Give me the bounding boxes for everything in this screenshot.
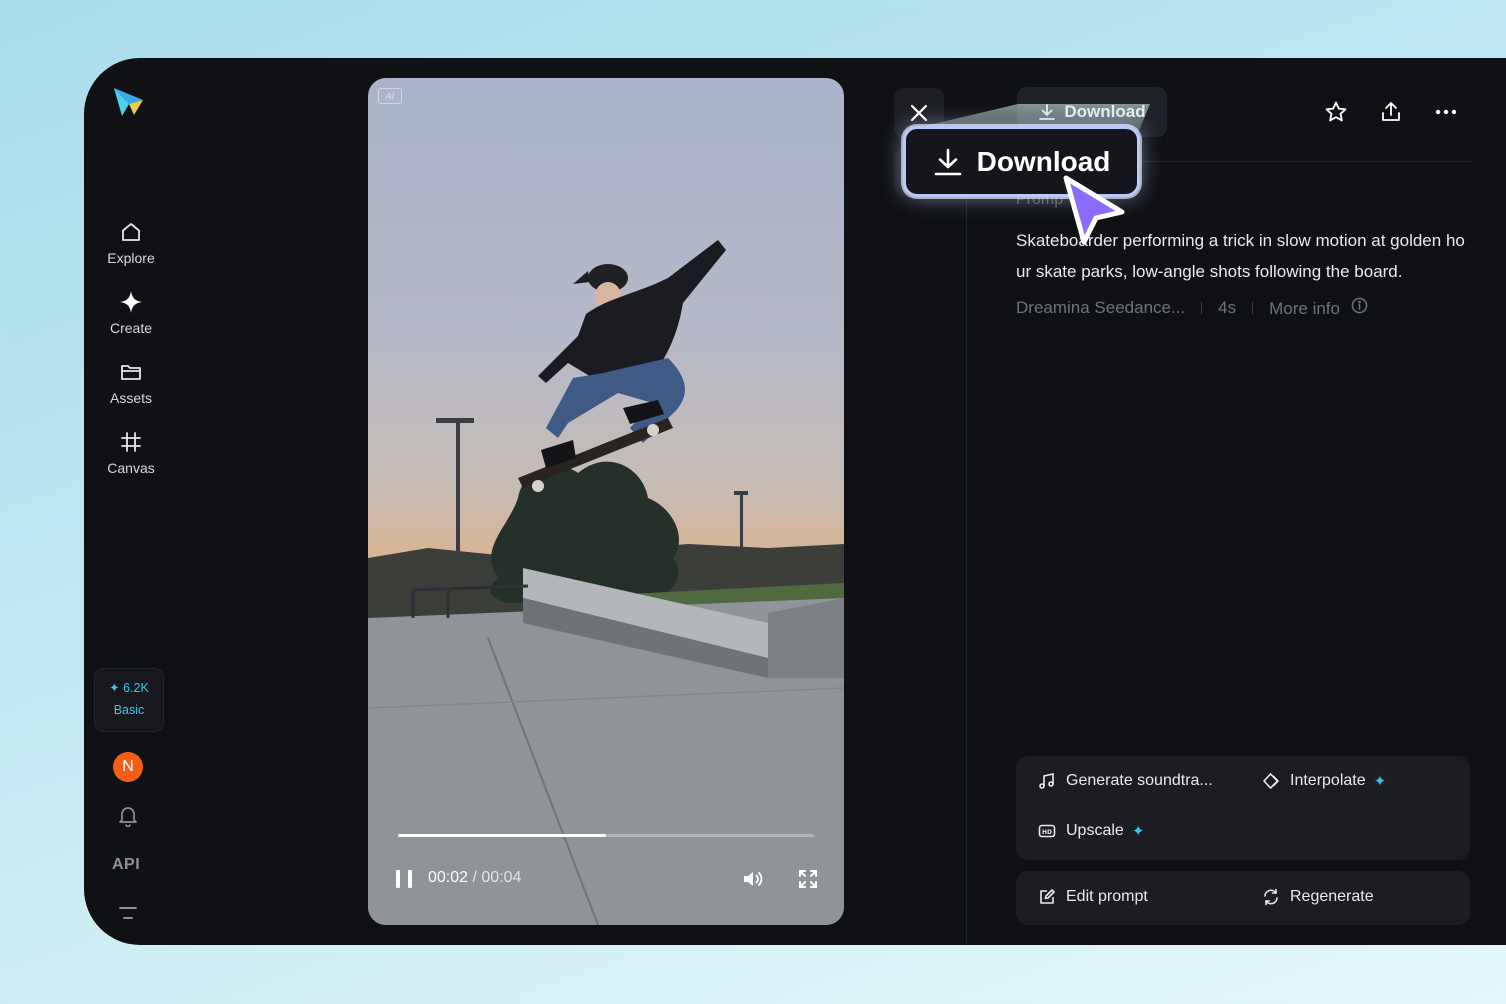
sidebar-item-label: Create	[109, 320, 153, 336]
sidebar-item-canvas[interactable]: Canvas	[84, 430, 178, 476]
download-label: Download	[1064, 102, 1146, 121]
sidebar-item-create[interactable]: Create	[84, 290, 178, 336]
sparkle-icon	[120, 291, 142, 313]
hd-icon: HD	[1038, 824, 1056, 838]
download-icon	[1039, 104, 1056, 120]
more-info-link[interactable]: More info	[1269, 297, 1368, 319]
progress-fill	[398, 834, 606, 837]
regenerate-label: Regenerate	[1290, 888, 1374, 905]
model-name: Dreamina Seedance...	[1016, 298, 1186, 317]
upscale-label: Upscale	[1066, 822, 1124, 839]
sparkle-icon: ✦	[1373, 773, 1387, 790]
plan-label: Basic	[113, 703, 145, 717]
sidebar-item-label: Canvas	[107, 460, 155, 476]
app-window: Explore Create Assets Canvas ✦ 6.2K Basi…	[84, 58, 1506, 945]
sidebar-item-label: Assets	[109, 390, 152, 406]
upscale-button[interactable]: HD Upscale ✦	[1038, 822, 1144, 840]
edit-prompt-button[interactable]: Edit prompt	[1038, 888, 1148, 906]
folder-icon	[121, 365, 141, 380]
more-icon[interactable]	[1434, 108, 1458, 116]
api-link[interactable]: API	[112, 856, 140, 874]
dreamina-logo[interactable]	[110, 84, 146, 120]
video-length: 4s	[1218, 298, 1237, 317]
skateboarder-scene	[368, 240, 844, 925]
interpolate-label: Interpolate	[1290, 772, 1366, 789]
edit-prompt-label: Edit prompt	[1066, 888, 1148, 905]
cursor-icon	[1063, 175, 1125, 245]
fullscreen-icon[interactable]	[798, 869, 818, 889]
edit-icon	[1040, 889, 1055, 904]
sidebar-item-label: Explore	[107, 250, 155, 266]
menu-icon[interactable]	[119, 906, 137, 920]
generate-soundtrack-button[interactable]: Generate soundtra...	[1038, 772, 1213, 790]
canvas-icon	[121, 432, 141, 452]
soundtrack-label: Generate soundtra...	[1066, 772, 1213, 789]
progress-bar[interactable]	[398, 834, 814, 837]
panel-divider	[966, 162, 967, 945]
bell-icon[interactable]	[118, 805, 138, 827]
home-icon	[122, 223, 140, 241]
volume-icon[interactable]	[741, 867, 765, 891]
actions-panel: Generate soundtra... Interpolate ✦ HD Up…	[1016, 756, 1470, 860]
info-icon	[1351, 297, 1368, 314]
interpolate-icon	[1263, 773, 1279, 789]
avatar[interactable]: N	[113, 752, 143, 782]
pause-button[interactable]	[396, 870, 414, 888]
meta-separator	[1252, 302, 1254, 314]
close-icon	[910, 104, 928, 122]
regenerate-button[interactable]: Regenerate	[1262, 888, 1374, 906]
share-icon[interactable]	[1379, 100, 1403, 124]
time-separator: /	[468, 869, 482, 886]
generation-meta: Dreamina Seedance... 4s More info	[1016, 297, 1368, 319]
refresh-icon	[1264, 888, 1278, 906]
interpolate-button[interactable]: Interpolate ✦	[1262, 772, 1386, 790]
sparkle-icon: ✦	[1131, 823, 1145, 840]
time-display: 00:02 / 00:04	[428, 869, 521, 887]
video-player[interactable]: AI 00:02 / 00:04	[368, 78, 844, 925]
sidebar-item-assets[interactable]: Assets	[84, 360, 178, 406]
star-icon[interactable]	[1324, 100, 1348, 124]
sidebar-item-explore[interactable]: Explore	[84, 220, 178, 266]
current-time: 00:02	[428, 869, 469, 886]
download-icon	[934, 148, 961, 175]
credits-badge[interactable]: ✦ 6.2K Basic	[94, 668, 164, 732]
music-note-icon	[1039, 773, 1054, 789]
duration: 00:04	[481, 869, 522, 886]
ai-badge: AI	[378, 88, 402, 104]
bottom-actions: Edit prompt Regenerate	[1016, 871, 1470, 925]
credits-amount: ✦ 6.2K	[109, 681, 149, 695]
svg-text:HD: HD	[1042, 829, 1052, 836]
meta-separator	[1201, 302, 1203, 314]
